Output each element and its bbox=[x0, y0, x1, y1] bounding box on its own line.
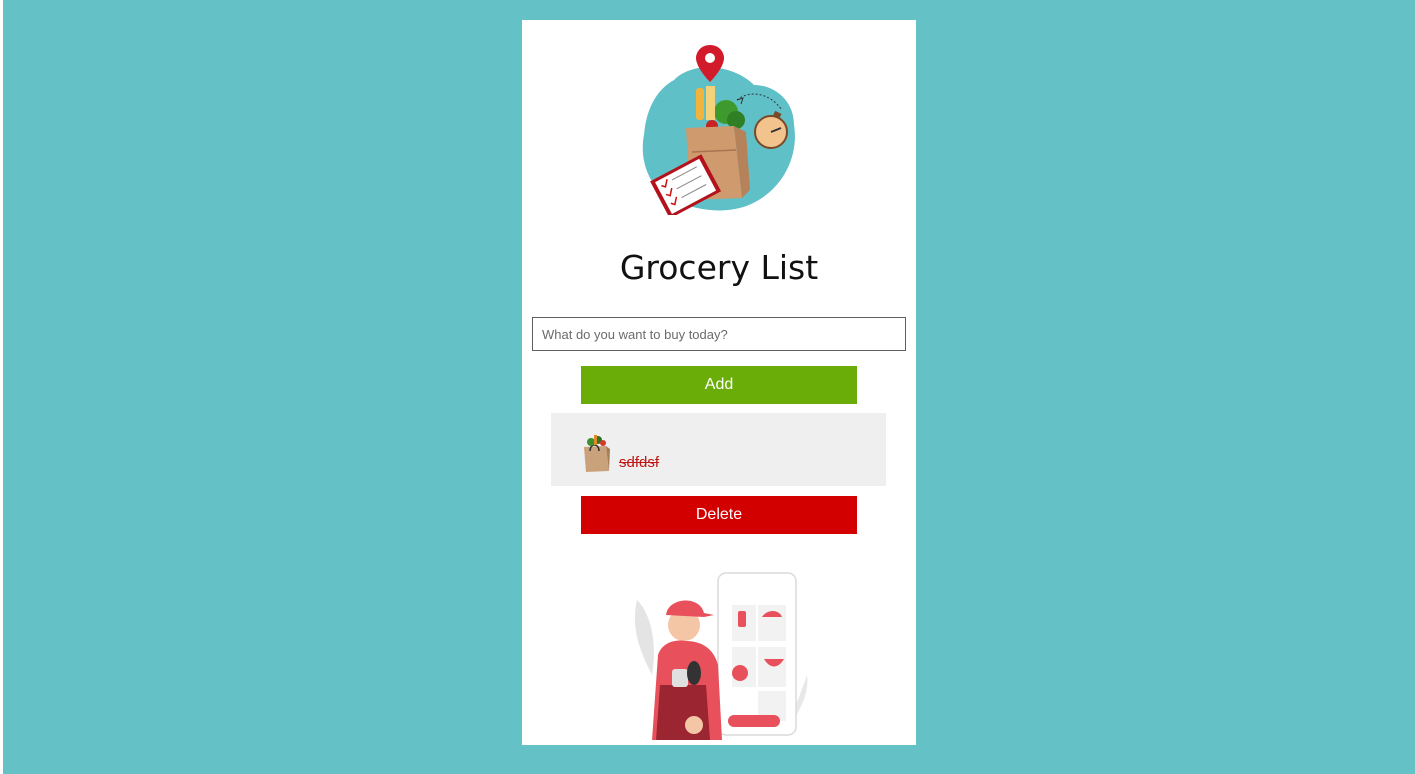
list-item-text: sdfdsf bbox=[619, 454, 660, 471]
grocery-bag-illustration bbox=[642, 45, 795, 215]
delete-button[interactable]: Delete bbox=[581, 496, 857, 534]
grocery-bag-icon bbox=[584, 435, 610, 472]
left-edge-strip bbox=[0, 0, 3, 774]
list-item[interactable]: sdfdsf bbox=[581, 433, 659, 473]
page-title: Grocery List bbox=[619, 248, 819, 287]
delivery-person-illustration bbox=[634, 572, 808, 740]
add-button[interactable]: Add bbox=[581, 366, 857, 404]
grocery-list: sdfdsf bbox=[551, 413, 886, 486]
item-input[interactable] bbox=[532, 317, 906, 351]
app-card: Grocery List Add sdfdsf Delete bbox=[522, 20, 916, 745]
